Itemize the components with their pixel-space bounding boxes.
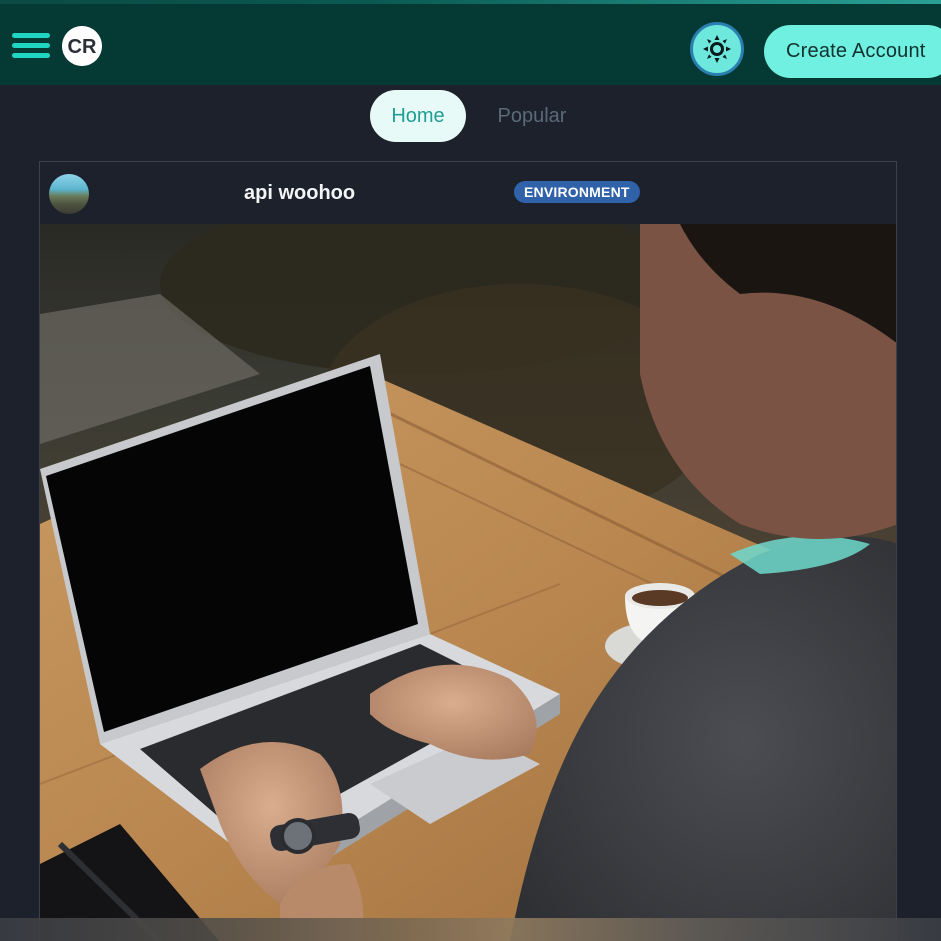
post-card: api woohoo ENVIRONMENT xyxy=(39,161,897,941)
site-logo[interactable]: CR xyxy=(62,26,102,66)
author-avatar[interactable] xyxy=(49,174,89,214)
post-header: api woohoo ENVIRONMENT xyxy=(40,162,896,224)
tab-popular[interactable]: Popular xyxy=(482,90,582,142)
category-badge[interactable]: ENVIRONMENT xyxy=(514,181,640,203)
create-account-button[interactable]: Create Account xyxy=(764,25,941,78)
navbar: CR Create Account xyxy=(0,4,941,85)
laptop-photo xyxy=(40,224,896,941)
theme-toggle-button[interactable] xyxy=(690,22,744,76)
post-image[interactable] xyxy=(40,224,896,941)
logo-text: CR xyxy=(68,36,97,58)
bottom-fade-strip xyxy=(0,918,941,941)
post-author[interactable]: api woohoo xyxy=(244,182,355,205)
tab-home[interactable]: Home xyxy=(370,90,466,142)
hamburger-menu-icon[interactable] xyxy=(12,30,50,62)
sun-icon xyxy=(703,35,731,63)
feed-tabs: Home Popular xyxy=(0,90,941,142)
